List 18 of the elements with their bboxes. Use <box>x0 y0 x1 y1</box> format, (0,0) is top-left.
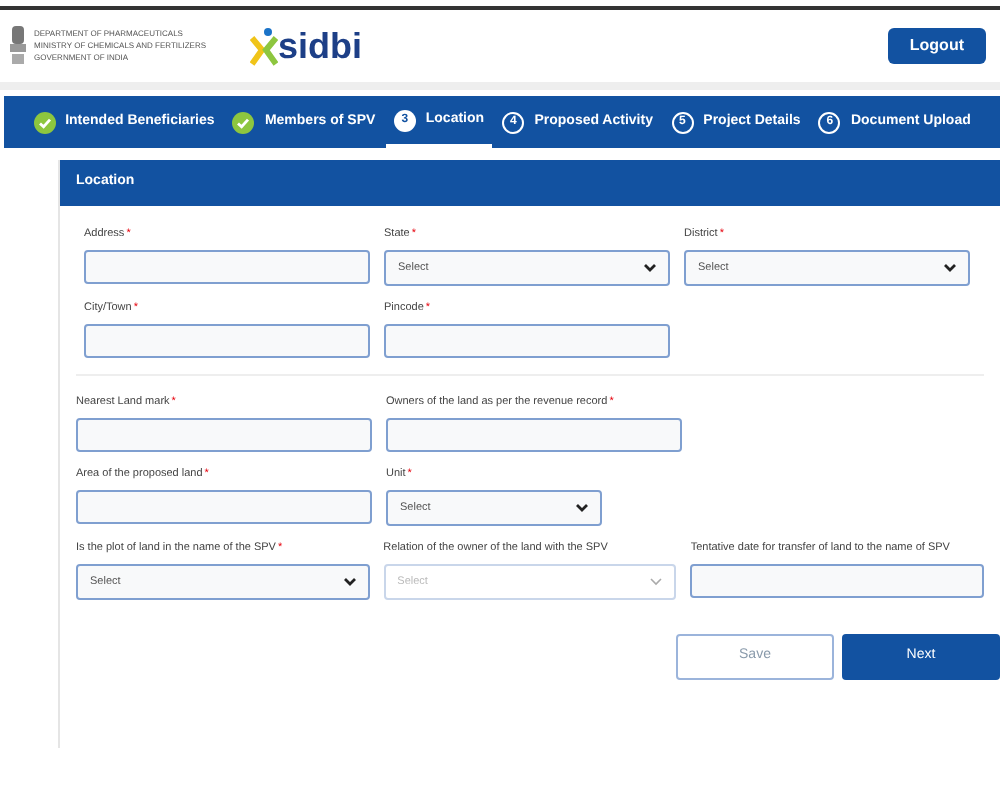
logout-button[interactable]: Logout <box>887 28 986 64</box>
input-field[interactable] <box>84 250 370 284</box>
chevron-down-icon <box>944 264 956 272</box>
check-icon <box>33 111 56 133</box>
input-field[interactable] <box>76 490 372 524</box>
check-icon <box>232 111 255 133</box>
input-field[interactable] <box>690 564 985 598</box>
chevron-down-icon <box>343 578 356 586</box>
input-field[interactable] <box>84 324 370 358</box>
chevron-down-icon <box>650 578 663 586</box>
emblem-icon <box>8 24 28 68</box>
chevron-down-icon <box>644 264 656 272</box>
logo-text: sidbi <box>278 28 363 64</box>
input-field[interactable] <box>76 418 372 452</box>
logo-icon <box>250 26 279 66</box>
input-field[interactable] <box>386 418 682 452</box>
input-field[interactable] <box>384 324 670 358</box>
chevron-down-icon <box>576 504 588 512</box>
